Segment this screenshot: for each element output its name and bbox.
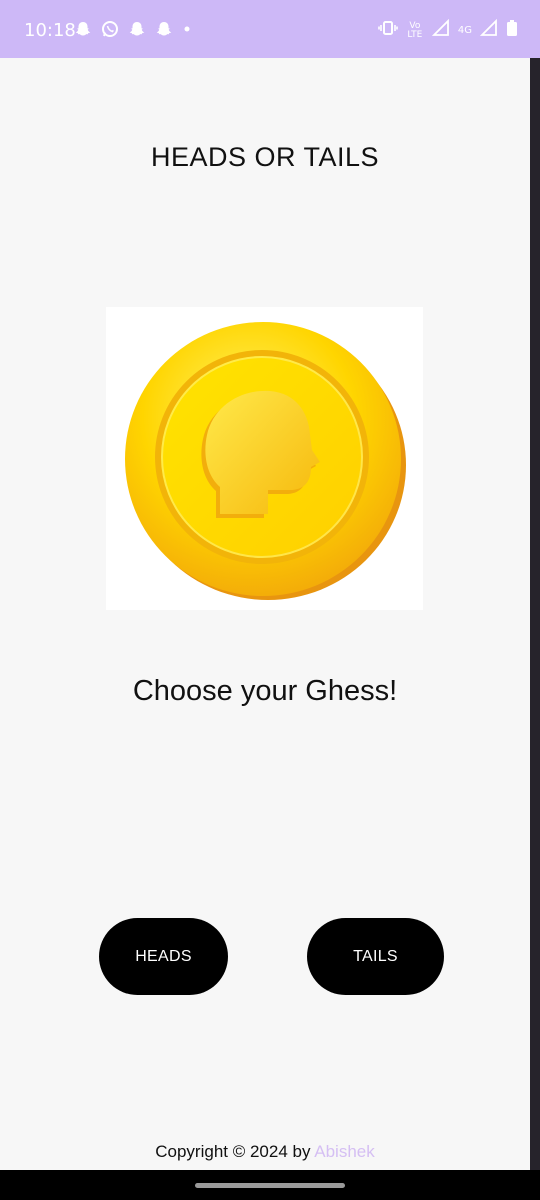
app-screen xyxy=(0,58,530,1170)
4g-icon: 4G xyxy=(457,25,472,36)
navigation-bar xyxy=(0,1170,540,1200)
coin-heads-icon xyxy=(125,322,406,600)
signal-icon xyxy=(479,18,498,42)
coin-image xyxy=(106,307,423,610)
dot-icon xyxy=(182,20,192,43)
heads-button[interactable]: HEADS xyxy=(99,918,228,995)
system-icons: Vo LTE 4G xyxy=(378,18,518,42)
snapchat-icon xyxy=(155,20,173,43)
page-title: HEADS OR TAILS xyxy=(150,142,380,172)
status-time: 10:18 xyxy=(24,20,76,41)
tails-button-label: TAILS xyxy=(353,947,398,965)
author-link[interactable]: Abishek xyxy=(314,1142,374,1161)
footer: Copyright © 2024 by Abishek xyxy=(0,1142,530,1162)
battery-icon xyxy=(506,19,518,42)
whatsapp-icon xyxy=(101,20,119,43)
tails-button[interactable]: TAILS xyxy=(307,918,444,995)
notification-icons xyxy=(74,20,192,43)
status-bar: 10:18 Vo LTE 4G xyxy=(0,0,540,58)
snapchat-icon xyxy=(74,20,92,43)
volte-icon: Vo LTE xyxy=(407,20,423,40)
signal-icon xyxy=(431,18,450,42)
guess-prompt: Choose your Ghess! xyxy=(132,675,398,707)
home-gesture-handle[interactable] xyxy=(195,1183,345,1188)
snapchat-icon xyxy=(128,20,146,43)
window-edge xyxy=(530,58,540,1170)
copyright-text: Copyright © 2024 by xyxy=(155,1142,315,1161)
vibrate-icon xyxy=(378,19,398,42)
heads-button-label: HEADS xyxy=(135,947,192,965)
